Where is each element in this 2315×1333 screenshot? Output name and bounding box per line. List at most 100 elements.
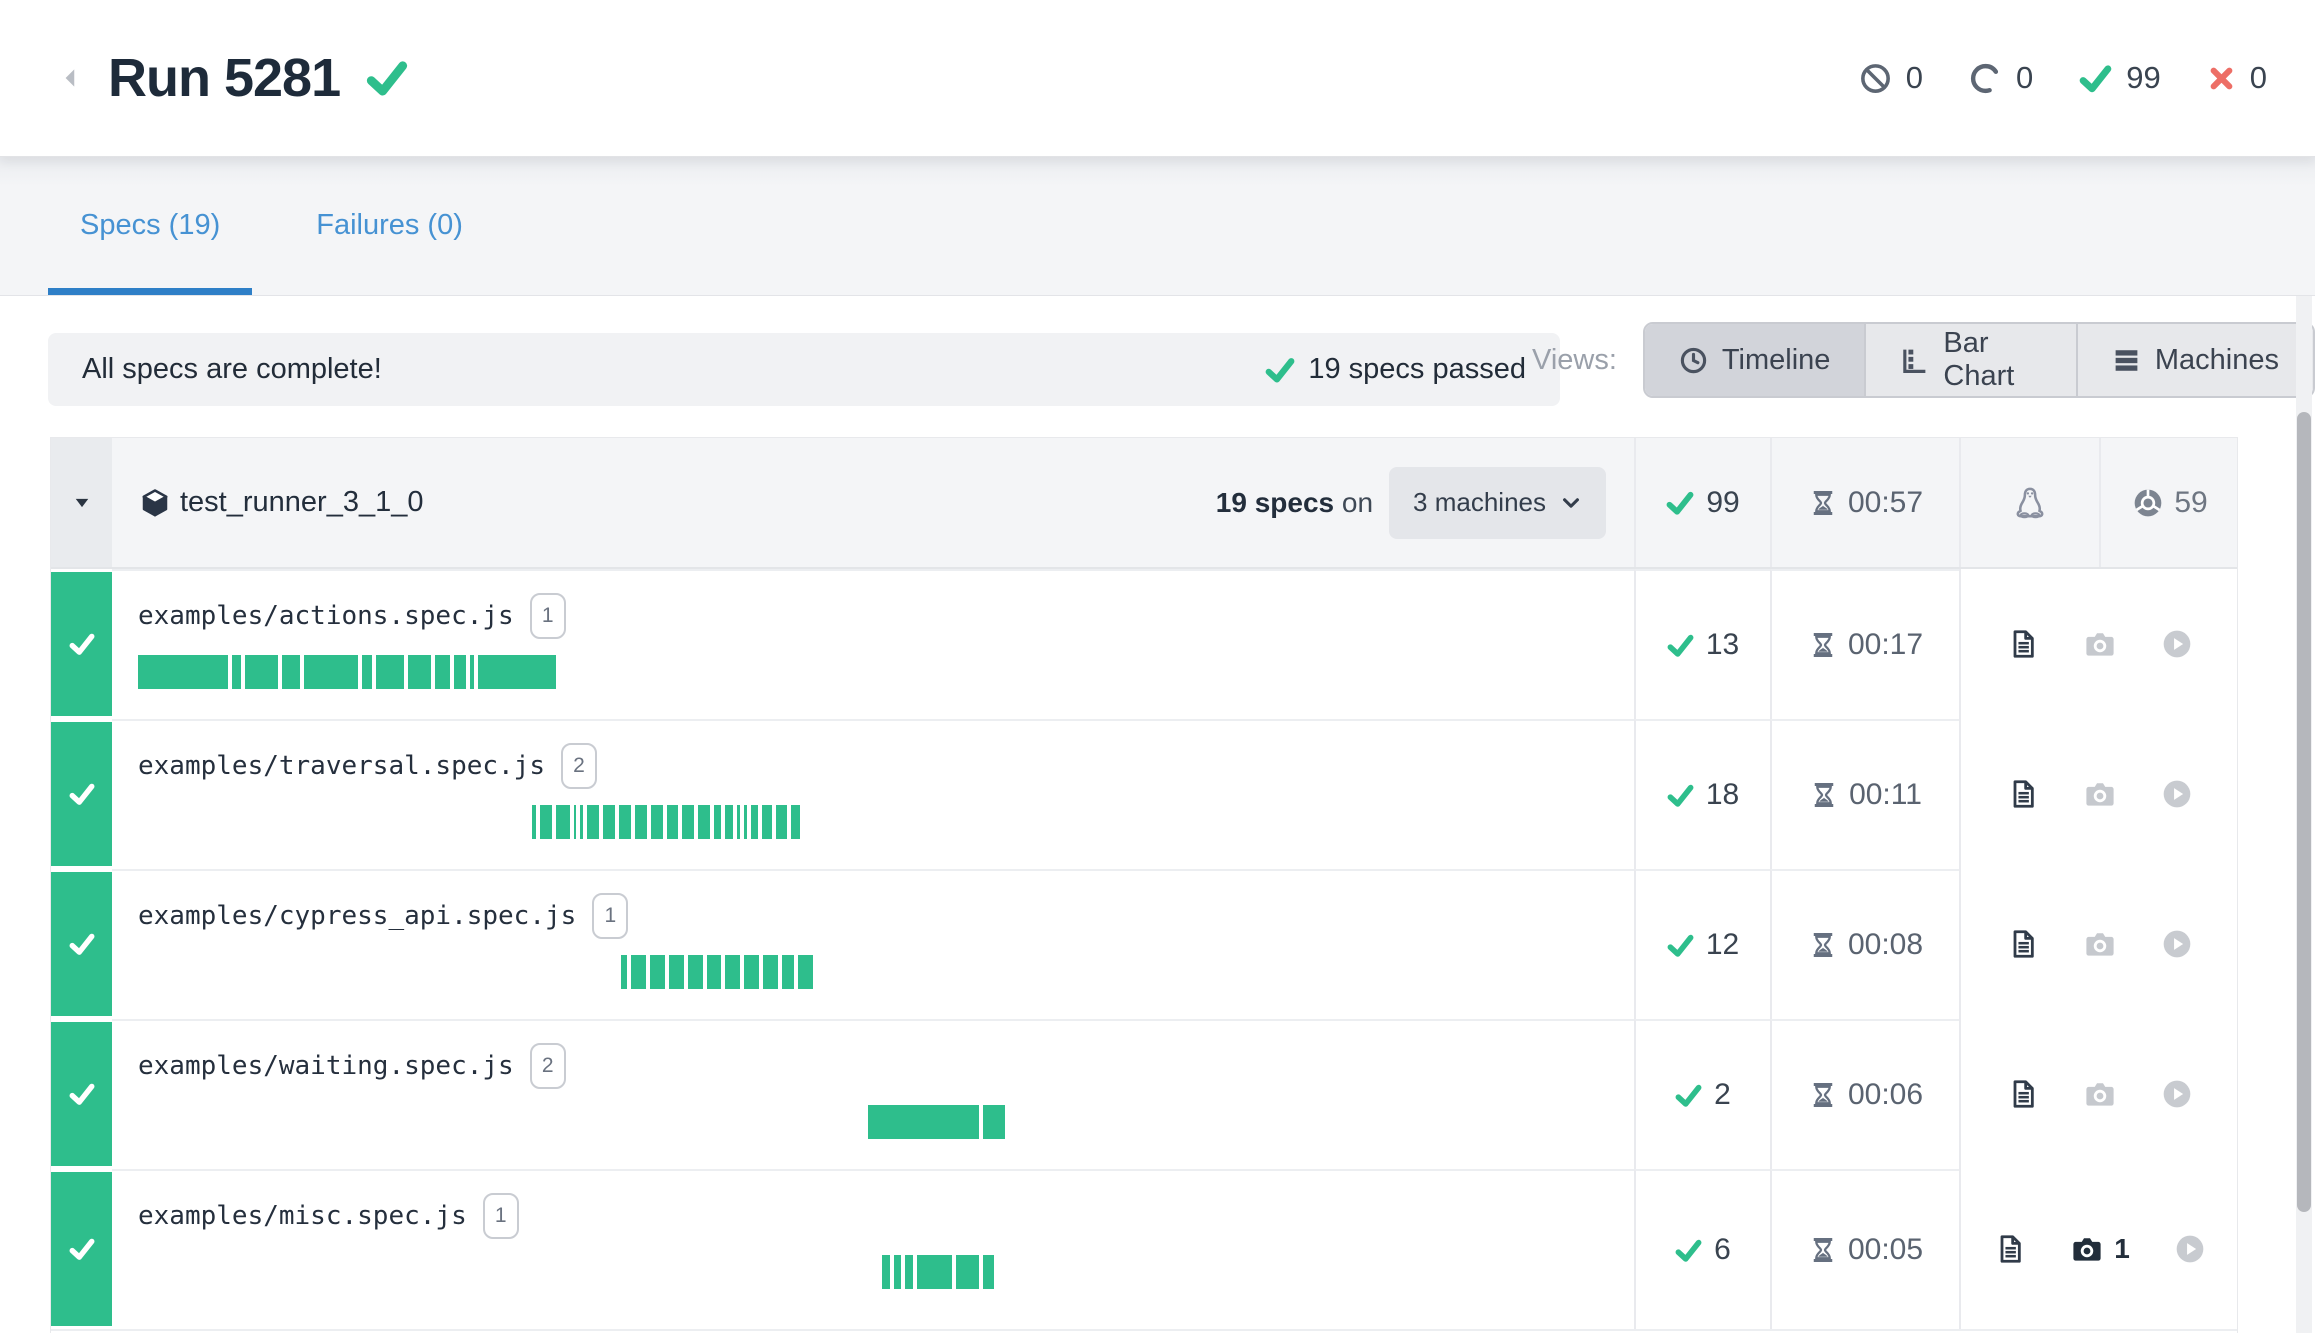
tab-strip: Specs (19) Failures (0) [0,156,2315,296]
stdout-icon[interactable] [2007,928,2039,960]
screenshots-icon[interactable] [2083,627,2117,661]
hourglass-icon [1808,1080,1838,1110]
passed-count: 99 [2126,60,2160,96]
screenshots-icon[interactable] [2083,1077,2117,1111]
spec-row: examples/traversal.spec.js 2 18 00:11 [51,719,2237,869]
spec-status-passed [51,872,112,1016]
video-play-icon[interactable] [2161,928,2193,960]
spec-row: examples/actions.spec.js 1 13 00:17 [51,569,2237,719]
video-play-icon[interactable] [2174,1233,2206,1265]
spec-row: examples/misc.spec.js 1 6 00:05 1 [51,1169,2237,1329]
group-title: test_runner_3_1_0 [140,486,423,519]
scrollbar-thumb[interactable] [2297,412,2311,1212]
spec-name[interactable]: examples/cypress_api.spec.js [138,901,576,931]
group-duration: 00:57 [1770,438,1959,567]
check-icon [1667,782,1694,809]
timeline-bar [532,805,800,839]
caret-down-icon [72,493,92,513]
hourglass-icon [1808,1235,1838,1265]
screenshots-icon[interactable] [2083,777,2117,811]
spec-name[interactable]: examples/actions.spec.js [138,601,514,631]
check-icon [1667,932,1694,959]
completion-banner: All specs are complete! 19 specs passed [48,333,1560,406]
stdout-icon[interactable] [2007,1078,2039,1110]
banner-message: All specs are complete! [82,353,382,386]
browser-column: 59 [2099,438,2238,567]
run-header: Run 5281 0 0 99 0 [0,0,2315,156]
run-passed-check-icon [366,57,408,99]
collapse-group-button[interactable] [51,438,112,567]
spec-duration: 00:17 [1770,569,1959,719]
clock-icon [1679,346,1708,375]
pending-stat: 0 [1969,60,2033,96]
video-play-icon[interactable] [2161,1078,2193,1110]
hourglass-icon [1808,930,1838,960]
spec-status-passed [51,1022,112,1166]
pending-count: 0 [2016,60,2033,96]
views-button-group: Timeline Bar Chart Machines [1643,322,2315,398]
spec-duration: 00:08 [1770,869,1959,1019]
spec-status-passed [51,572,112,716]
spec-passed-count: 12 [1634,869,1770,1019]
check-icon [1675,1082,1702,1109]
spec-name[interactable]: examples/waiting.spec.js [138,1051,514,1081]
timeline-view-button[interactable]: Timeline [1645,324,1865,396]
passed-stat: 99 [2079,60,2160,96]
spinner-icon [1969,62,2002,95]
stdout-icon[interactable] [1994,1233,2026,1265]
timeline-bar [882,1255,994,1289]
page-title: Run 5281 [108,47,340,109]
browser-version: 59 [2174,486,2207,520]
spec-row: examples/cypress_api.spec.js 1 12 00:08 [51,869,2237,1019]
stdout-icon[interactable] [2007,628,2039,660]
spec-row: examples/waiting.spec.js 2 2 00:06 [51,1019,2237,1169]
bar-chart-view-button[interactable]: Bar Chart [1864,324,2075,396]
check-icon [1675,1237,1702,1264]
tab-failures[interactable]: Failures (0) [284,156,495,295]
spec-status-passed [51,722,112,866]
bar-chart-icon [1900,346,1929,375]
views-label: Views: [1532,344,1617,377]
spec-name[interactable]: examples/traversal.spec.js [138,751,545,781]
hourglass-icon [1808,630,1838,660]
video-play-icon[interactable] [2161,778,2193,810]
screenshots-icon[interactable] [2083,927,2117,961]
linux-penguin-icon [2012,485,2048,521]
ban-icon [1859,62,1892,95]
spec-duration: 00:11 [1770,719,1959,869]
timeline-bar [138,655,556,689]
chrome-icon [2132,487,2164,519]
run-summary-stats: 0 0 99 0 [1859,60,2267,96]
skipped-stat: 0 [1859,60,1923,96]
machines-icon [2112,346,2141,375]
group-passed-count: 99 [1634,438,1770,567]
spec-passed-count: 2 [1634,1019,1770,1169]
hourglass-icon [1809,780,1839,810]
group-header-row: test_runner_3_1_0 19 specs on 3 machines… [51,438,2237,569]
video-play-icon[interactable] [2161,628,2193,660]
machines-view-button[interactable]: Machines [2076,324,2313,396]
back-button[interactable] [56,58,86,98]
machine-badge: 1 [483,1193,519,1239]
machine-badge: 1 [592,893,628,939]
stdout-icon[interactable] [2007,778,2039,810]
tab-specs[interactable]: Specs (19) [48,156,252,295]
banner-passed-summary: 19 specs passed [1265,353,1526,386]
vertical-scrollbar[interactable] [2296,296,2312,1333]
x-icon [2207,64,2236,93]
machine-badge: 2 [561,743,597,789]
spec-name[interactable]: examples/misc.spec.js [138,1201,467,1231]
failed-stat: 0 [2207,60,2267,96]
machine-badge: 2 [530,1043,566,1089]
check-icon [1667,632,1694,659]
cube-icon [140,488,170,518]
check-icon [2079,62,2112,95]
screenshots-icon[interactable]: 1 [2070,1232,2130,1266]
spec-duration: 00:05 [1770,1169,1959,1329]
timeline-bar [621,955,813,989]
check-icon [1666,489,1694,517]
os-column [1961,438,2099,567]
machines-dropdown[interactable]: 3 machines [1389,467,1606,539]
failed-count: 0 [2250,60,2267,96]
hourglass-icon [1808,488,1838,518]
